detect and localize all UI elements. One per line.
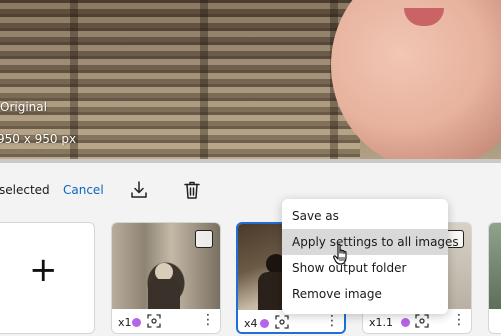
trash-icon[interactable]: [181, 179, 203, 201]
image-thumbnail[interactable]: [488, 222, 501, 334]
hand-cursor-icon: [333, 243, 351, 267]
face-focus-icon[interactable]: [147, 314, 161, 328]
menu-item-save-as[interactable]: Save as: [282, 203, 448, 229]
scale-label: x1.1: [369, 316, 394, 329]
photo-figure-body: [148, 279, 180, 309]
thumbnail-footer: x1 ⋮: [112, 309, 220, 333]
context-menu: Save as Apply settings to all images Sho…: [282, 199, 459, 314]
face-focus-icon[interactable]: [275, 315, 289, 329]
selected-count-text: selected: [0, 183, 50, 197]
thumbnail-footer: [489, 309, 501, 333]
model-color-dot: [132, 318, 141, 327]
image-preview: Original 950 x 950 px: [0, 0, 501, 160]
add-image-button[interactable]: +: [0, 222, 95, 334]
select-checkbox[interactable]: [195, 230, 213, 248]
more-options-icon[interactable]: ⋮: [325, 314, 339, 328]
menu-item-apply-settings-all[interactable]: Apply settings to all images: [282, 229, 459, 255]
menu-item-show-output-folder[interactable]: Show output folder: [282, 255, 448, 281]
menu-item-remove-image[interactable]: Remove image: [282, 281, 448, 307]
preview-label: Original: [0, 100, 47, 114]
scale-label: x4: [244, 317, 258, 330]
more-options-icon[interactable]: ⋮: [201, 313, 215, 327]
image-thumbnail[interactable]: x1 ⋮: [111, 222, 221, 334]
face-focus-icon[interactable]: [415, 314, 429, 328]
preview-dimensions: 950 x 950 px: [0, 132, 77, 146]
model-color-dot: [260, 319, 269, 328]
download-icon[interactable]: [128, 179, 150, 201]
thumbnail-photo: [489, 223, 501, 309]
model-color-dot: [401, 318, 410, 327]
cancel-button[interactable]: Cancel: [63, 183, 104, 197]
more-options-icon[interactable]: ⋮: [452, 313, 466, 327]
plus-icon: +: [29, 250, 58, 290]
scale-label: x1: [118, 316, 132, 329]
